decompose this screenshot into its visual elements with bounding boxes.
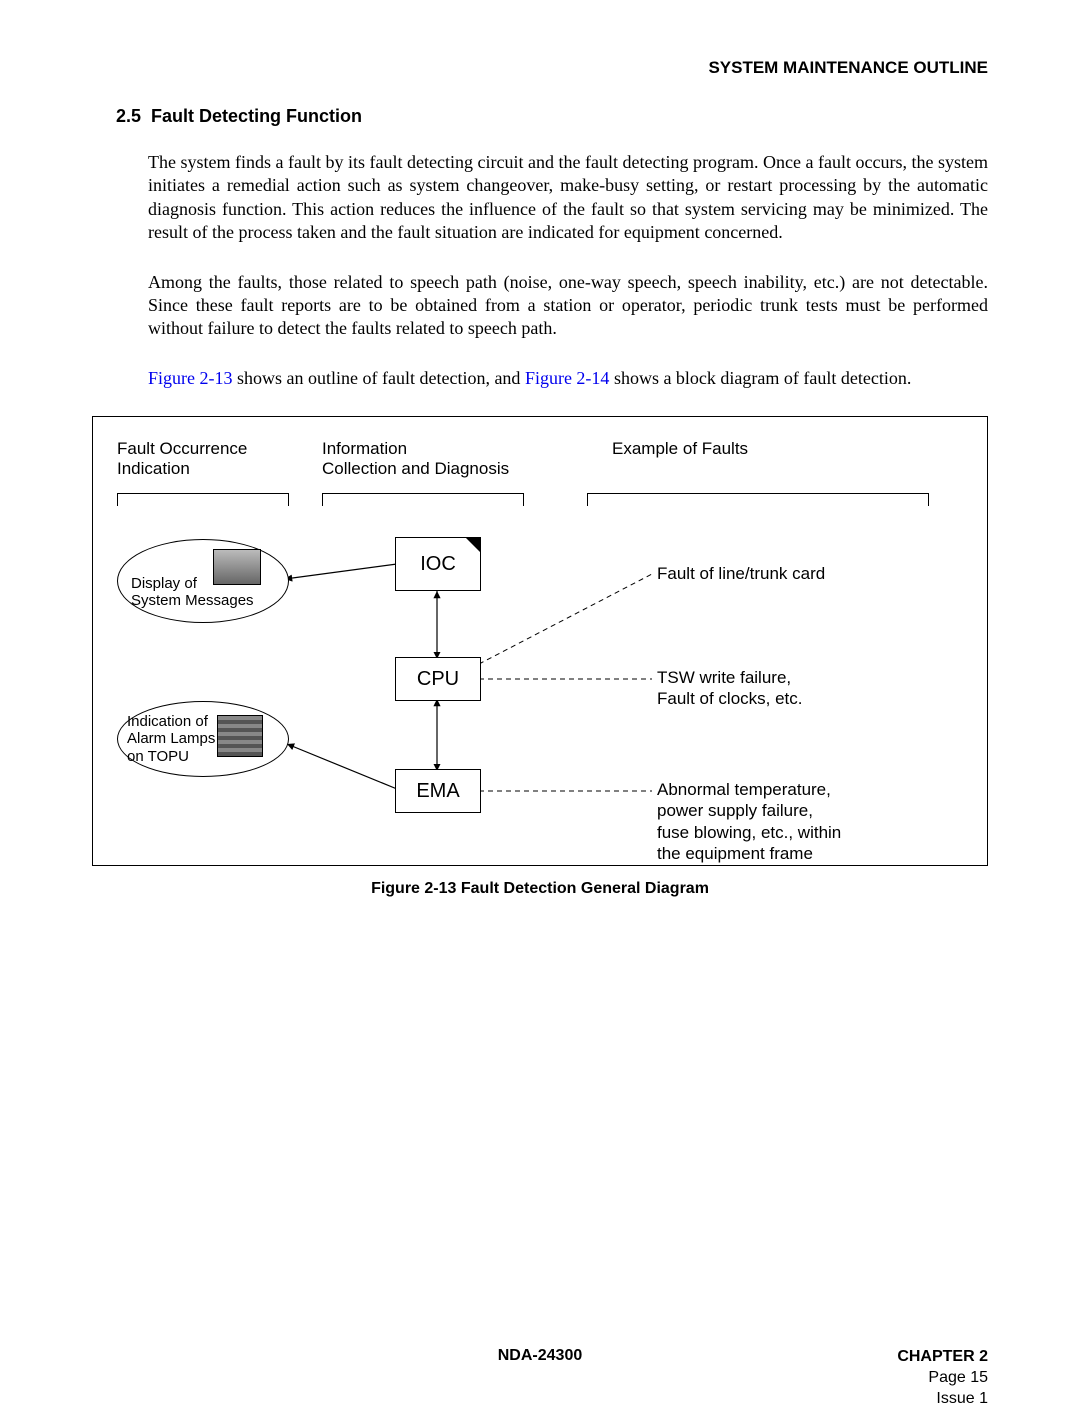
col2-line1: Information bbox=[322, 439, 602, 459]
diagram-canvas: IOC CPU EMA Display of System Messages I… bbox=[117, 519, 963, 859]
paragraph-3-mid: shows an outline of fault detection, and bbox=[233, 368, 525, 388]
ellipse1-line2: System Messages bbox=[131, 592, 254, 609]
section-heading: 2.5 Fault Detecting Function bbox=[116, 106, 988, 127]
ellipse2-line3: on TOPU bbox=[127, 748, 215, 765]
fault-example-3a: Abnormal temperature, bbox=[657, 779, 841, 800]
bracket-col3 bbox=[587, 493, 929, 506]
figure-ref-2-14[interactable]: Figure 2-14 bbox=[525, 368, 610, 388]
col1-line2: Indication bbox=[117, 459, 322, 479]
fault-example-2a: TSW write failure, bbox=[657, 667, 803, 688]
running-header: SYSTEM MAINTENANCE OUTLINE bbox=[92, 58, 988, 78]
node-ema-label: EMA bbox=[416, 780, 459, 803]
node-corner-icon bbox=[466, 538, 480, 552]
node-cpu-label: CPU bbox=[417, 668, 459, 691]
paragraph-2: Among the faults, those related to speec… bbox=[148, 271, 988, 341]
ellipse2-line1: Indication of bbox=[127, 713, 215, 730]
col1-line1: Fault Occurrence bbox=[117, 439, 322, 459]
footer-chapter: CHAPTER 2 bbox=[897, 1347, 988, 1368]
paragraph-3: Figure 2-13 shows an outline of fault de… bbox=[148, 367, 988, 390]
section-title: Fault Detecting Function bbox=[151, 106, 362, 126]
col3-line1: Example of Faults bbox=[612, 439, 963, 459]
paragraph-1: The system finds a fault by its fault de… bbox=[148, 151, 988, 245]
rack-icon bbox=[217, 715, 263, 757]
fault-example-3d: the equipment frame bbox=[657, 843, 841, 864]
section-number: 2.5 bbox=[116, 106, 141, 126]
node-ema: EMA bbox=[395, 769, 481, 813]
bracket-col2 bbox=[322, 493, 524, 506]
node-ioc-label: IOC bbox=[420, 553, 456, 576]
footer-docnum: NDA-24300 bbox=[92, 1347, 988, 1365]
ellipse2-line2: Alarm Lamps bbox=[127, 730, 215, 747]
footer-page: Page 15 bbox=[897, 1368, 988, 1389]
node-ioc: IOC bbox=[395, 537, 481, 591]
fault-example-1: Fault of line/trunk card bbox=[657, 563, 825, 584]
footer-issue: Issue 1 bbox=[897, 1389, 988, 1409]
col2-line2: Collection and Diagnosis bbox=[322, 459, 602, 479]
ellipse1-line1: Display of bbox=[131, 575, 254, 592]
figure-ref-2-13[interactable]: Figure 2-13 bbox=[148, 368, 233, 388]
fault-example-3b: power supply failure, bbox=[657, 800, 841, 821]
fault-example-3c: fuse blowing, etc., within bbox=[657, 822, 841, 843]
bracket-col1 bbox=[117, 493, 289, 506]
paragraph-3-end: shows a block diagram of fault detection… bbox=[609, 368, 911, 388]
figure-2-13-frame: Fault Occurrence Indication Information … bbox=[92, 416, 988, 866]
fault-example-2b: Fault of clocks, etc. bbox=[657, 688, 803, 709]
node-cpu: CPU bbox=[395, 657, 481, 701]
figure-caption: Figure 2-13 Fault Detection General Diag… bbox=[92, 880, 988, 898]
